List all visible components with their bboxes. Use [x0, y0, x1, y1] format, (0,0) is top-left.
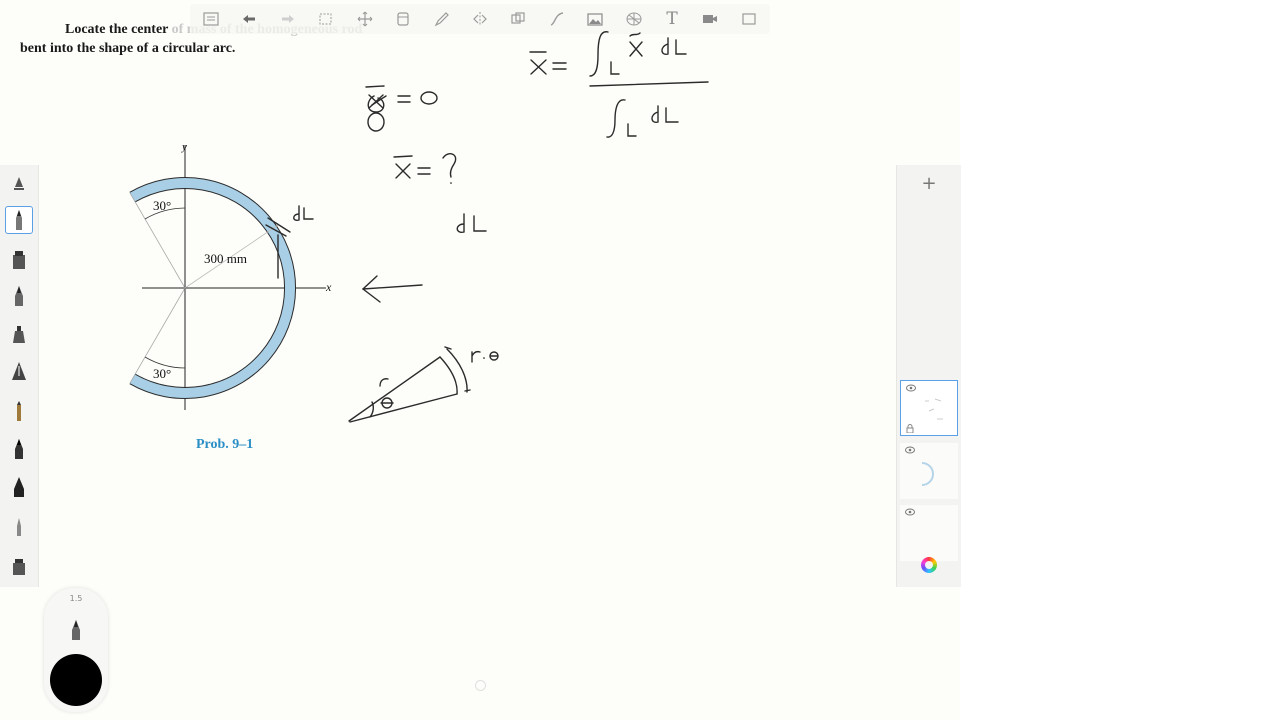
- handwritten-notes: [265, 31, 709, 423]
- centroid-formula: [529, 31, 709, 138]
- dL-arc-label: [265, 205, 314, 279]
- arrow-annotation: [361, 275, 423, 303]
- sector-sketch: [348, 346, 499, 423]
- blank-area: [960, 0, 1280, 720]
- x-bar-question: [393, 153, 457, 184]
- dL-note: [456, 213, 487, 233]
- home-indicator: [475, 680, 486, 691]
- y-bar-equals-zero: [365, 85, 438, 132]
